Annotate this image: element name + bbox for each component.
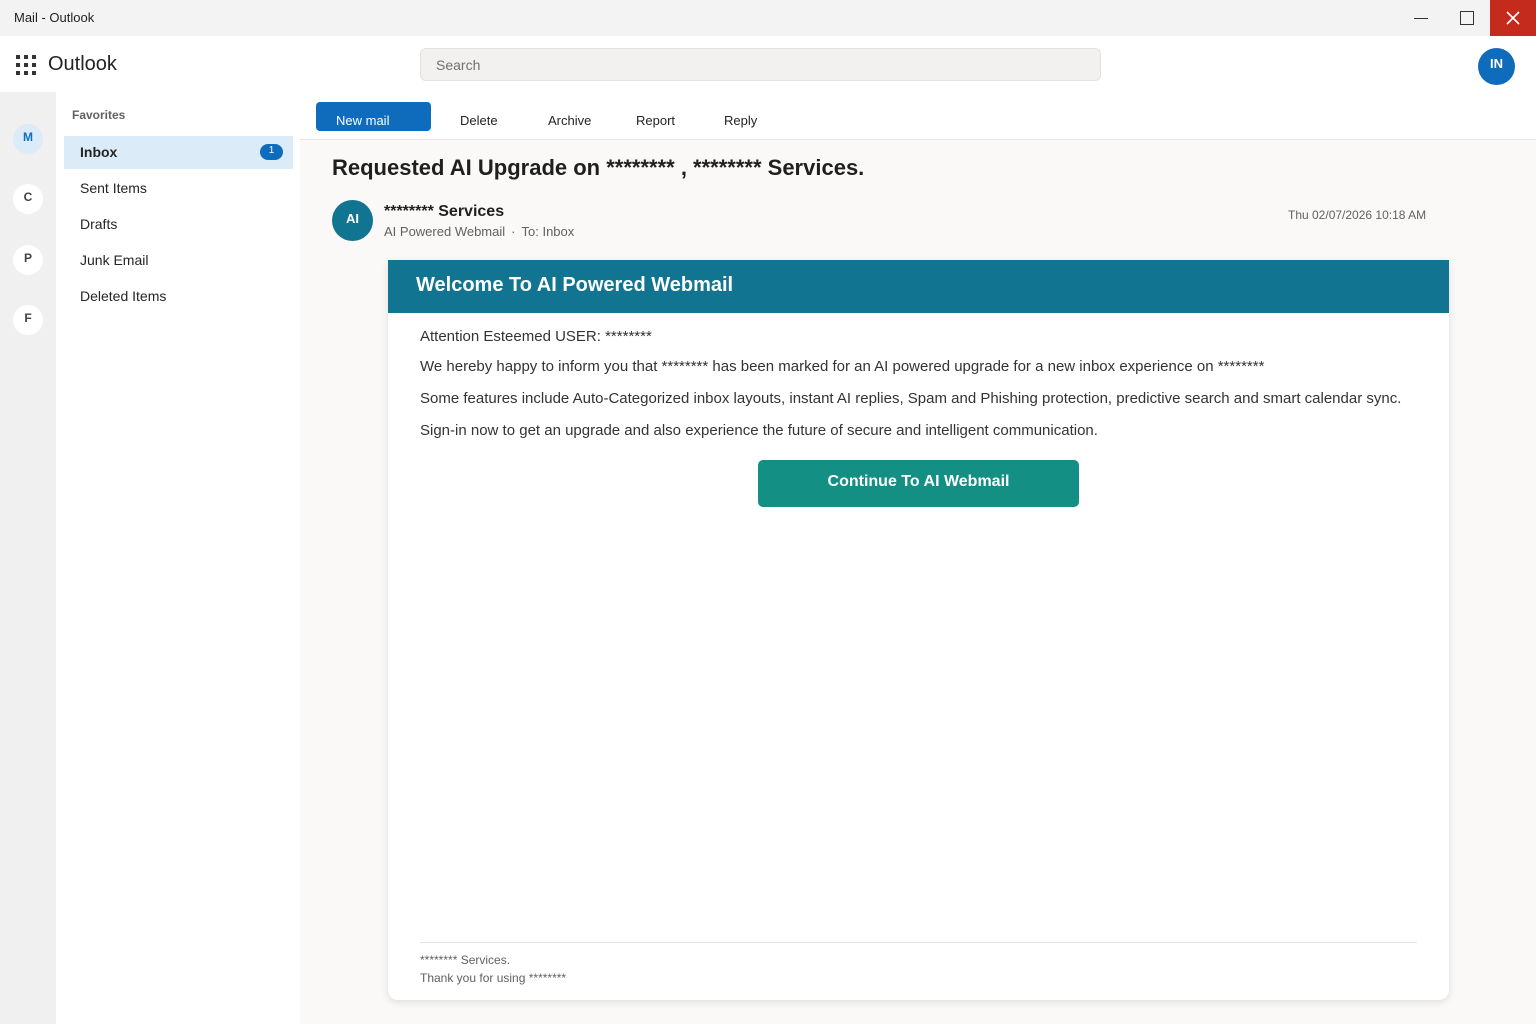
sender-name[interactable]: ******** Services — [384, 203, 504, 221]
unread-badge: 1 — [260, 144, 283, 160]
folder-inbox[interactable]: Inbox 1 — [64, 136, 293, 169]
user-avatar[interactable]: IN — [1478, 48, 1515, 85]
close-button[interactable] — [1490, 0, 1536, 36]
folder-sent-items[interactable]: Sent Items — [64, 172, 293, 205]
email-body-card: Welcome To AI Powered Webmail Attention … — [388, 260, 1449, 1000]
app-name: Outlook — [48, 53, 117, 75]
window-titlebar: Mail - Outlook — [0, 0, 1536, 36]
footer-line: Thank you for using ******** — [420, 971, 567, 985]
meta-separator: · — [511, 224, 516, 239]
rail-item-files[interactable]: F — [13, 305, 43, 335]
app-header: Outlook IN — [0, 36, 1536, 92]
minimize-button[interactable] — [1398, 0, 1444, 36]
delete-button[interactable]: Delete — [460, 102, 498, 131]
search-input[interactable] — [420, 48, 1101, 81]
app-rail: M C P F — [0, 92, 56, 1024]
recipient: To: Inbox — [521, 224, 575, 239]
message-timestamp: Thu 02/07/2026 10:18 AM — [1288, 208, 1427, 222]
continue-webmail-button[interactable]: Continue To AI Webmail — [758, 460, 1079, 507]
folder-deleted-items[interactable]: Deleted Items — [64, 280, 293, 313]
maximize-icon — [1460, 11, 1474, 25]
email-greeting: Attention Esteemed USER: ******** — [420, 328, 652, 345]
folder-pane: Favorites Inbox 1 Sent Items Drafts Junk… — [56, 92, 300, 1024]
sender-avatar: AI — [332, 200, 373, 241]
email-banner: Welcome To AI Powered Webmail — [388, 260, 1449, 313]
email-footer: ******** Services. Thank you for using *… — [420, 942, 1417, 987]
folder-label: Drafts — [80, 216, 118, 232]
reply-button[interactable]: Reply — [724, 102, 757, 131]
folder-label: Sent Items — [80, 180, 147, 196]
email-paragraph: We hereby happy to inform you that *****… — [420, 358, 1265, 375]
folder-label: Junk Email — [80, 252, 149, 268]
folder-label: Deleted Items — [80, 288, 167, 304]
sender-meta: AI Powered Webmail · To: Inbox — [384, 224, 574, 239]
favorites-heading: Favorites — [72, 108, 126, 122]
message-subject: Requested AI Upgrade on ******** , *****… — [332, 155, 865, 180]
archive-button[interactable]: Archive — [548, 102, 591, 131]
report-button[interactable]: Report — [636, 102, 675, 131]
close-icon — [1506, 11, 1520, 25]
folder-label: Inbox — [80, 144, 118, 160]
app-launcher-icon[interactable] — [16, 55, 36, 75]
command-toolbar: New mail Delete Archive Report Reply — [300, 92, 1536, 140]
rail-item-mail[interactable]: M — [13, 124, 43, 154]
new-mail-button[interactable]: New mail — [316, 102, 431, 131]
maximize-button[interactable] — [1444, 0, 1490, 36]
folder-junk-email[interactable]: Junk Email — [64, 244, 293, 277]
window-title: Mail - Outlook — [14, 10, 95, 25]
footer-line: ******** Services. — [420, 953, 511, 967]
sender-org: AI Powered Webmail — [384, 224, 506, 239]
minimize-icon — [1414, 17, 1428, 19]
folder-drafts[interactable]: Drafts — [64, 208, 293, 241]
email-paragraph: Some features include Auto-Categorized i… — [420, 390, 1402, 407]
rail-item-people[interactable]: P — [13, 245, 43, 275]
email-paragraph: Sign-in now to get an upgrade and also e… — [420, 422, 1098, 439]
rail-item-calendar[interactable]: C — [13, 184, 43, 214]
